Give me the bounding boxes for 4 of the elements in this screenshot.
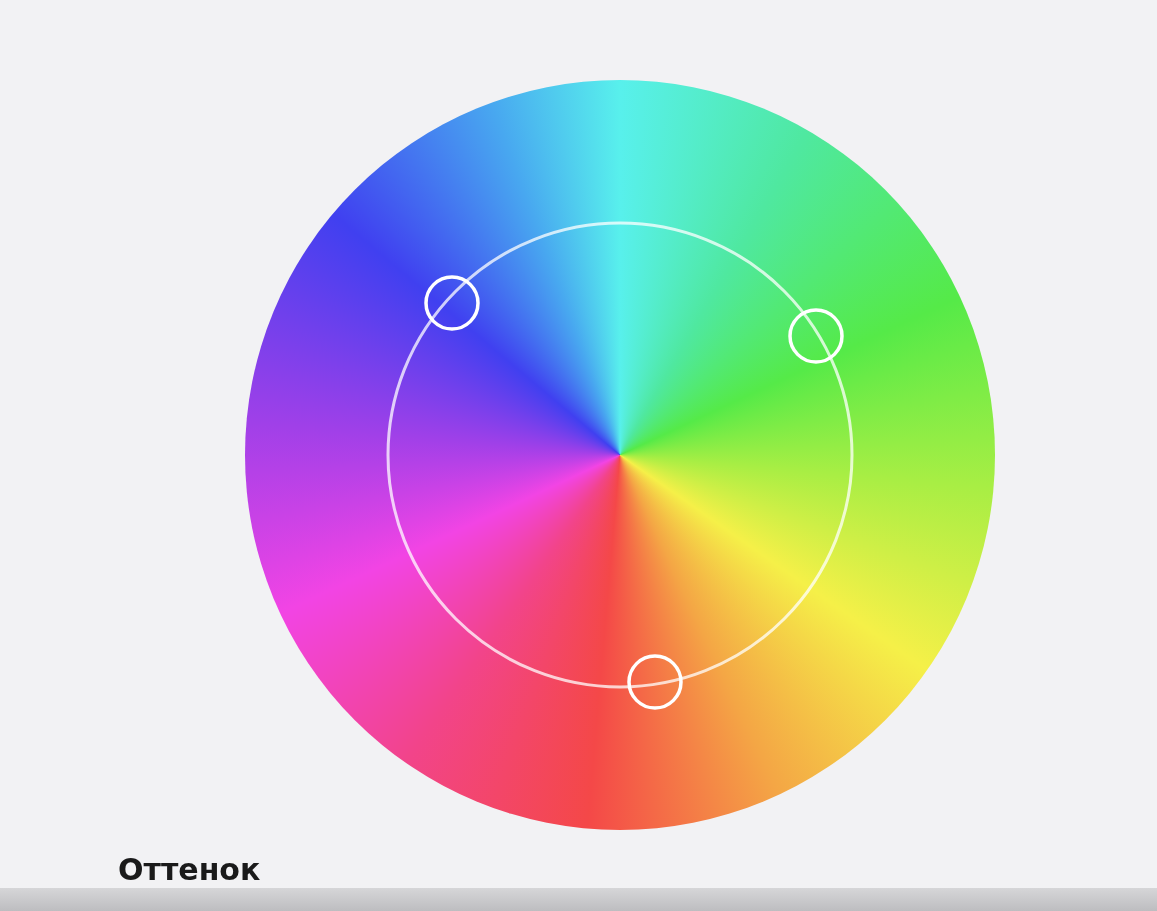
color-handle[interactable]	[424, 275, 480, 331]
color-handle[interactable]	[788, 308, 844, 364]
section-title: Оттенок	[118, 852, 261, 888]
color-handle[interactable]	[627, 654, 683, 710]
